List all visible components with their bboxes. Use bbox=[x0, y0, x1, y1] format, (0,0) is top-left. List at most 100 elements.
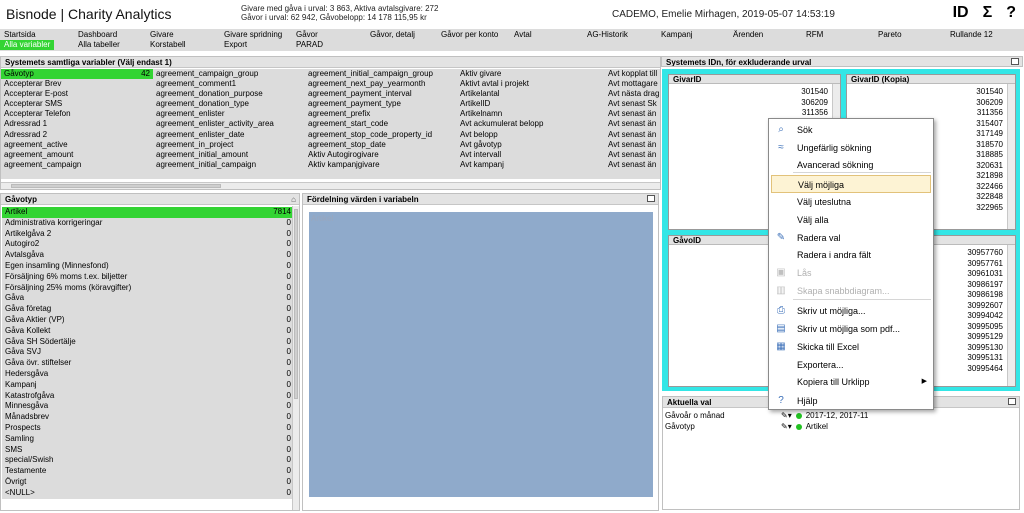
nav-korstabell[interactable]: Korstabell bbox=[146, 40, 190, 50]
gavotyp-list-item[interactable]: Övrigt 0 bbox=[2, 476, 294, 488]
gavotyp-list-item[interactable]: Avtalsgåva 0 bbox=[2, 250, 294, 261]
gavotyp-list-item[interactable]: Prospects 0 bbox=[2, 422, 294, 434]
gavotyp-list-item[interactable]: Gåva företag 0 bbox=[2, 304, 294, 315]
givarid-kopia-vscroll[interactable] bbox=[1007, 84, 1015, 229]
id-list-item[interactable]: 30961031 bbox=[967, 269, 1003, 280]
scroll-thumb[interactable] bbox=[11, 184, 221, 188]
gavotyp-list-item[interactable]: Administrativa korrigeringar 0 bbox=[2, 217, 294, 229]
var-item[interactable]: Avt senast än bbox=[605, 130, 660, 140]
var-item[interactable]: Artikelnamn bbox=[457, 109, 605, 119]
menu-item-välj-möjliga[interactable]: Välj möjliga bbox=[771, 175, 931, 193]
maximize-icon[interactable] bbox=[647, 195, 655, 202]
id-list-item[interactable]: 318570 bbox=[976, 139, 1003, 150]
maximize-icon[interactable] bbox=[1008, 398, 1016, 405]
menu-item-radera-i-andra-fält[interactable]: Radera i andra fält bbox=[769, 246, 933, 264]
var-item[interactable]: ArtikelID bbox=[457, 99, 605, 109]
gavotyp-list-item[interactable]: Gåva SVJ 0 bbox=[2, 347, 294, 359]
menu-item-välj-uteslutna[interactable]: Välj uteslutna bbox=[769, 193, 933, 211]
gavotyp-vscroll[interactable] bbox=[292, 206, 299, 510]
var-item[interactable]: Avt gåvotyp bbox=[457, 140, 605, 150]
var-item[interactable]: Adressrad 2 bbox=[1, 130, 153, 140]
id-list-item[interactable]: 30995464 bbox=[967, 363, 1003, 374]
id-list-item[interactable]: 317149 bbox=[976, 129, 1003, 140]
var-item[interactable]: agreement_stop_date bbox=[305, 140, 457, 150]
var-item[interactable]: agreement_payment_interval bbox=[305, 89, 457, 99]
id-list-item[interactable]: 301540 bbox=[976, 87, 1003, 98]
id-list-item[interactable]: 301540 bbox=[801, 87, 828, 98]
menu-item-skapa-snabbdiagram[interactable]: ▥ Skapa snabbdiagram... bbox=[769, 282, 933, 300]
var-item[interactable]: Avt senast än bbox=[605, 150, 660, 160]
menu-item-radera-val[interactable]: ✎ Radera val bbox=[769, 229, 933, 247]
gavotyp-list-item[interactable]: Gåva Aktier (VP) 0 bbox=[2, 314, 294, 326]
id-list-item[interactable]: 322466 bbox=[976, 181, 1003, 192]
id-list-item[interactable]: 30995129 bbox=[967, 332, 1003, 343]
menu-item-sök[interactable]: ⌕ Sök bbox=[769, 121, 933, 139]
nav-pareto[interactable]: Pareto bbox=[874, 30, 906, 40]
nav-givare[interactable]: Givare bbox=[146, 30, 178, 40]
var-item[interactable]: Accepterar Brev bbox=[1, 79, 153, 89]
var-item[interactable]: Avt intervall bbox=[457, 150, 605, 160]
var-item[interactable]: Aktiv givare bbox=[457, 69, 605, 79]
distribution-chart[interactable]: Artikel bbox=[309, 212, 653, 497]
nav-gavor-detalj[interactable]: Gåvor, detalj bbox=[366, 30, 419, 40]
gavotyp-list-item[interactable]: Gåva SH Södertälje 0 bbox=[2, 336, 294, 348]
nav-parad[interactable]: PARAD bbox=[292, 40, 327, 50]
menu-item-ungefärlig-sökning[interactable]: ≈ Ungefärlig sökning bbox=[769, 139, 933, 157]
var-item-gavotyp[interactable]: Gåvotyp 42 bbox=[1, 69, 153, 80]
id-list-item[interactable]: 322965 bbox=[976, 202, 1003, 213]
gavotyp-list-item[interactable]: Hedersgåva 0 bbox=[2, 368, 294, 380]
id-list-item[interactable]: 306209 bbox=[801, 97, 828, 108]
gavotyp-list-item[interactable]: Samling 0 bbox=[2, 433, 294, 445]
id-list-item[interactable]: 30957761 bbox=[967, 258, 1003, 269]
var-item[interactable]: agreement_active bbox=[1, 140, 153, 150]
var-item[interactable]: agreement_donation_type bbox=[153, 99, 305, 109]
var-item[interactable]: Avt mottagare bbox=[605, 79, 660, 89]
gavotyp-list-item[interactable]: Kampanj 0 bbox=[2, 379, 294, 391]
var-item[interactable]: agreement_campaign bbox=[1, 160, 153, 170]
eraser-icon[interactable]: ✎▾ bbox=[781, 422, 792, 431]
nav-alla-variabler[interactable]: Alla variabler bbox=[0, 40, 55, 50]
gavoid-vscroll[interactable] bbox=[1007, 245, 1015, 386]
gavotyp-list-item[interactable]: Egen insamling (Minnesfond) 0 bbox=[2, 260, 294, 272]
menu-item-skriv-ut-möjliga-som-pdf[interactable]: ▤ Skriv ut möjliga som pdf... bbox=[769, 320, 933, 338]
id-list-item[interactable]: 311356 bbox=[801, 108, 828, 119]
sum-icon[interactable]: Σ bbox=[983, 4, 993, 22]
var-item[interactable]: Adressrad 1 bbox=[1, 119, 153, 129]
gavotyp-list-item[interactable]: Gåva 0 bbox=[2, 293, 294, 305]
menu-item-välj-alla[interactable]: Välj alla bbox=[769, 211, 933, 229]
var-item[interactable]: Avt ackumulerat belopp bbox=[457, 119, 605, 129]
var-item[interactable]: agreement_comment1 bbox=[153, 79, 305, 89]
id-list-item[interactable]: 30995130 bbox=[967, 342, 1003, 353]
lock-icon[interactable]: ⌂ bbox=[291, 194, 296, 204]
eraser-icon[interactable]: ✎▾ bbox=[781, 411, 792, 420]
var-item[interactable]: agreement_prefix bbox=[305, 109, 457, 119]
var-item[interactable]: Aktiv Autogirogivare bbox=[305, 150, 457, 160]
id-list-item[interactable]: 30995095 bbox=[967, 321, 1003, 332]
var-item[interactable]: agreement_in_project bbox=[153, 140, 305, 150]
menu-item-kopiera-till-urklipp[interactable]: Kopiera till Urklipp ▶ bbox=[769, 373, 933, 391]
gavotyp-list-item[interactable]: Katastrofgåva 0 bbox=[2, 390, 294, 402]
current-selection-value[interactable]: ✎▾ Artikel bbox=[781, 422, 828, 431]
nav-ag-historik[interactable]: AG-Historik bbox=[583, 30, 632, 40]
gavotyp-list-item[interactable]: <NULL> 0 bbox=[2, 487, 294, 499]
var-item[interactable]: Avt senast än bbox=[605, 140, 660, 150]
nav-alla-tabeller[interactable]: Alla tabeller bbox=[74, 40, 124, 50]
gavotyp-list-item[interactable]: Testamente 0 bbox=[2, 466, 294, 477]
var-item[interactable]: Avt belopp bbox=[457, 130, 605, 140]
var-item[interactable]: Avt senast än bbox=[605, 160, 660, 170]
var-item[interactable]: agreement_enlister bbox=[153, 109, 305, 119]
var-item[interactable]: agreement_campaign_group bbox=[153, 69, 305, 79]
var-item[interactable]: Avt senast än bbox=[605, 109, 660, 119]
nav-arenden[interactable]: Ärenden bbox=[729, 30, 767, 40]
nav-rullande-12[interactable]: Rullande 12 bbox=[946, 30, 997, 40]
var-item[interactable]: Avt senast än bbox=[605, 119, 660, 129]
gavotyp-list-item[interactable]: Gåva övr. stiftelser 0 bbox=[2, 358, 294, 369]
help-icon[interactable]: ? bbox=[1006, 4, 1016, 22]
gavotyp-list-item[interactable]: Gåva Kollekt 0 bbox=[2, 325, 294, 337]
var-item[interactable]: Accepterar Telefon bbox=[1, 109, 153, 119]
id-list-item[interactable]: 321898 bbox=[976, 171, 1003, 182]
id-list-item[interactable]: 30986198 bbox=[967, 290, 1003, 301]
var-item[interactable]: Aktiv kampanjgivare bbox=[305, 160, 457, 170]
menu-item-hjälp[interactable]: ? Hjälp bbox=[769, 392, 933, 410]
var-item[interactable]: Accepterar SMS bbox=[1, 99, 153, 109]
